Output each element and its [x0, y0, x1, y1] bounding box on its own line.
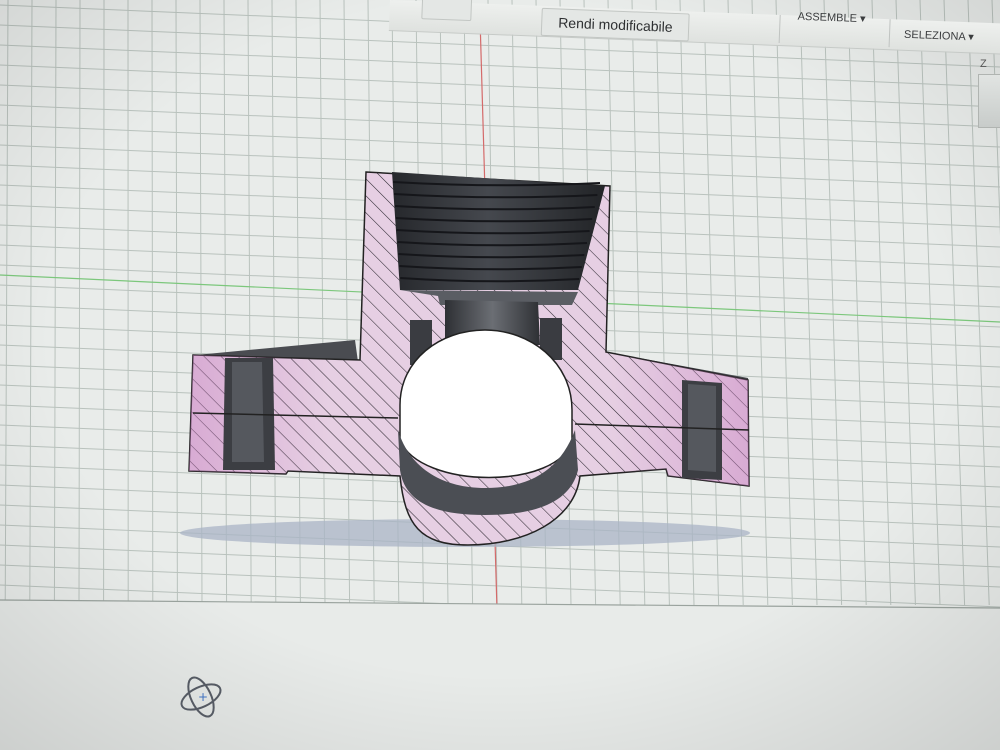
viewcube[interactable]: Z	[972, 58, 1000, 128]
chevron-down-icon: ▾	[967, 31, 974, 44]
cad-viewport[interactable]: Rendi modificabile ASSEMBLE ▾ SELEZIONA …	[0, 0, 1000, 750]
assemble-menu[interactable]: ASSEMBLE ▾	[797, 4, 866, 33]
screen-vignette	[0, 0, 1000, 750]
select-menu[interactable]: SELEZIONA ▾	[904, 22, 975, 51]
select-menu-label: SELEZIONA	[903, 28, 966, 44]
z-axis-label: Z	[980, 58, 987, 70]
chevron-down-icon: ▾	[859, 13, 866, 26]
svg-text:+: +	[198, 690, 208, 704]
partial-button[interactable]	[421, 0, 473, 22]
assemble-menu-label: ASSEMBLE	[797, 10, 858, 25]
orbit-icon[interactable]: +	[172, 670, 230, 724]
viewcube-face[interactable]	[978, 74, 1000, 128]
toolbar-separator-2	[888, 19, 891, 48]
make-editable-button[interactable]: Rendi modificabile	[540, 7, 691, 42]
3d-canvas[interactable]	[0, 0, 1000, 750]
toolbar-separator	[778, 14, 781, 43]
